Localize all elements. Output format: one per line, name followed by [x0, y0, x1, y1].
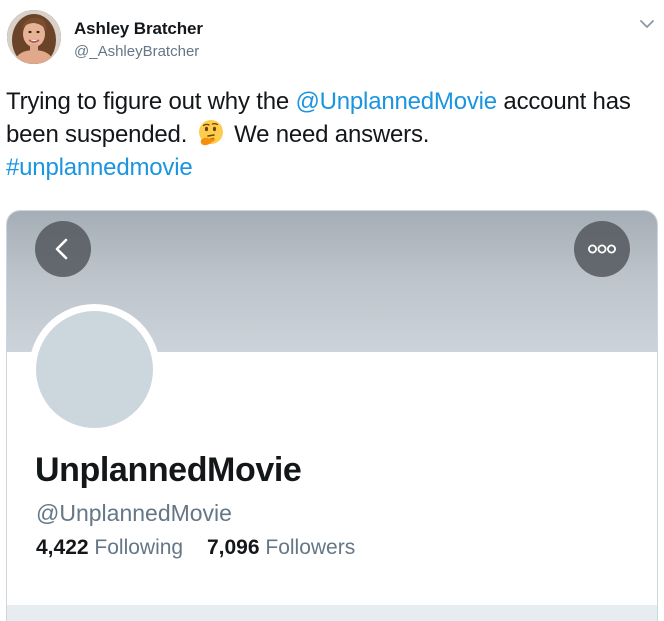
thinking-face-icon — [196, 118, 226, 148]
following-label: Following — [94, 536, 184, 559]
profile-stats: 4,422 Following 7,096 Followers — [36, 536, 373, 560]
profile-name: UnplannedMovie — [35, 451, 302, 489]
tweet: Ashley Bratcher @_AshleyBratcher Trying … — [0, 0, 664, 621]
card-footer-divider — [7, 605, 657, 621]
chevron-left-icon — [55, 238, 68, 260]
author-handle[interactable]: @_AshleyBratcher — [74, 43, 199, 60]
followers-count: 7,096 — [206, 536, 260, 559]
embedded-profile-card[interactable]: UnplannedMovie @UnplannedMovie 4,422 Fol… — [6, 210, 658, 621]
followers-label: Followers — [265, 536, 356, 559]
author-avatar-image — [7, 10, 61, 64]
chevron-down-icon[interactable] — [638, 17, 656, 31]
profile-handle: @UnplannedMovie — [36, 500, 232, 526]
profile-avatar[interactable] — [29, 304, 160, 435]
more-options-button[interactable] — [574, 221, 630, 277]
avatar-placeholder — [36, 311, 153, 428]
author-name[interactable]: Ashley Bratcher — [74, 19, 203, 39]
following-stat[interactable]: 4,422 Following — [36, 536, 183, 560]
following-count: 4,422 — [36, 536, 89, 559]
tweet-text: Trying to figure out why the @UnplannedM… — [6, 85, 658, 184]
tweet-text-part: Trying to figure out why the — [6, 88, 296, 115]
author-avatar[interactable] — [7, 10, 61, 64]
mention-link[interactable]: @UnplannedMovie — [295, 88, 497, 115]
hashtag-link[interactable]: #unplannedmovie — [6, 154, 193, 181]
back-button[interactable] — [35, 221, 91, 277]
tweet-text-part: We need answers. — [227, 121, 430, 148]
followers-stat[interactable]: 7,096 Followers — [207, 536, 355, 560]
more-dots-icon — [587, 244, 617, 254]
